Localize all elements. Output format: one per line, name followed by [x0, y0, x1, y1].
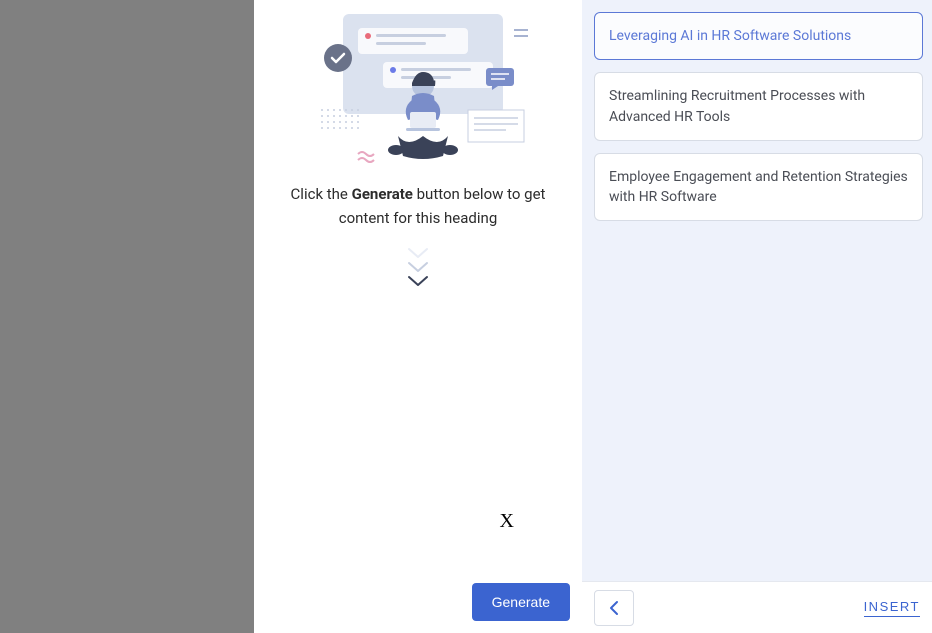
suggestion-card[interactable]: Streamlining Recruitment Processes with …: [594, 72, 923, 141]
generate-button[interactable]: Generate: [472, 583, 570, 621]
suggestions-panel: Leveraging AI in HR Software Solutions S…: [582, 0, 932, 633]
suggestion-label: Leveraging AI in HR Software Solutions: [609, 28, 851, 44]
suggestion-label: Streamlining Recruitment Processes with …: [609, 88, 865, 124]
chevron-left-icon: [607, 600, 621, 616]
right-footer: INSERT: [582, 581, 932, 633]
back-button[interactable]: [594, 590, 634, 626]
left-backdrop: [0, 0, 254, 633]
instruction-prefix: Click the: [291, 185, 352, 203]
insert-button[interactable]: INSERT: [864, 599, 920, 617]
x-mark: X: [500, 510, 514, 533]
chevron-stack: [407, 246, 429, 288]
generate-illustration: [288, 8, 548, 168]
instruction-bold: Generate: [352, 185, 413, 203]
suggestion-card[interactable]: Leveraging AI in HR Software Solutions: [594, 12, 923, 60]
suggestion-card[interactable]: Employee Engagement and Retention Strate…: [594, 153, 923, 222]
chevron-down-icon: [407, 274, 429, 288]
center-panel: Click the Generate button below to get c…: [254, 0, 582, 633]
instruction-text: Click the Generate button below to get c…: [266, 182, 570, 230]
suggestion-label: Employee Engagement and Retention Strate…: [609, 169, 908, 205]
chevron-down-icon: [407, 246, 429, 260]
chevron-down-icon: [407, 260, 429, 274]
